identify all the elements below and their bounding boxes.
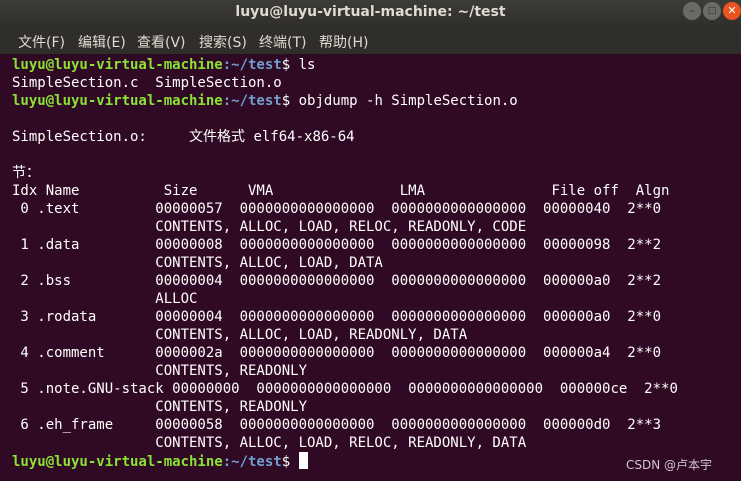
format-value: elf64-x86-64 bbox=[245, 129, 355, 145]
menu-help[interactable]: 帮助(H) bbox=[319, 32, 368, 52]
command-text: objdump -h SimpleSection.o bbox=[298, 93, 518, 109]
section-row: 3 .rodata 00000004 0000000000000000 0000… bbox=[12, 309, 662, 325]
close-button[interactable]: ✕ bbox=[723, 2, 741, 20]
section-flags: CONTENTS, ALLOC, LOAD, RELOC, READONLY, … bbox=[12, 219, 527, 235]
window-title: luyu@luyu-virtual-machine: ~/test bbox=[235, 4, 506, 20]
section-flags: CONTENTS, READONLY bbox=[12, 399, 308, 415]
section-flags: CONTENTS, ALLOC, LOAD, DATA bbox=[12, 255, 383, 271]
section-flags: CONTENTS, ALLOC, LOAD, READONLY, DATA bbox=[12, 327, 468, 343]
watermark: CSDN @卢本宇 bbox=[626, 458, 713, 472]
format-line: SimpleSection.o: 文件格式 elf64-x86-64 bbox=[12, 128, 355, 146]
section-row: 0 .text 00000057 0000000000000000 000000… bbox=[12, 201, 662, 217]
prompt-symbol: $ bbox=[281, 454, 299, 470]
command-text: ls bbox=[298, 57, 316, 73]
prompt-user-host: luyu@luyu-virtual-machine bbox=[12, 93, 223, 109]
terminal-window: luyu@luyu-virtual-machine: ~/test – □ ✕ … bbox=[0, 0, 741, 481]
prompt-symbol: $ bbox=[281, 93, 299, 109]
sections-label: 节： bbox=[12, 165, 40, 181]
menu-bar: 文件(F) 编辑(E) 查看(V) 搜索(S) 终端(T) 帮助(H) bbox=[0, 28, 741, 54]
minimize-button[interactable]: – bbox=[683, 2, 701, 20]
menu-file[interactable]: 文件(F) bbox=[18, 32, 65, 52]
prompt-path: :~/test bbox=[222, 454, 282, 470]
section-row: 4 .comment 0000002a 0000000000000000 000… bbox=[12, 345, 662, 361]
menu-view[interactable]: 查看(V) bbox=[137, 32, 186, 52]
format-label: 文件格式 bbox=[189, 129, 246, 145]
command-line: luyu@luyu-virtual-machine:~/test$ objdum… bbox=[12, 92, 518, 110]
section-row: 1 .data 00000008 0000000000000000 000000… bbox=[12, 237, 662, 253]
section-flags: CONTENTS, ALLOC, LOAD, RELOC, READONLY, … bbox=[12, 435, 527, 451]
prompt-path: :~/test bbox=[222, 93, 282, 109]
text-cursor bbox=[298, 452, 308, 469]
prompt-user-host: luyu@luyu-virtual-machine bbox=[12, 57, 223, 73]
prompt-path: :~/test bbox=[222, 57, 282, 73]
output-line: SimpleSection.c SimpleSection.o bbox=[12, 75, 282, 91]
terminal-output[interactable]: luyu@luyu-virtual-machine:~/test$ ls Sim… bbox=[12, 56, 741, 476]
menu-edit[interactable]: 编辑(E) bbox=[78, 32, 126, 52]
section-row: 6 .eh_frame 00000058 0000000000000000 00… bbox=[12, 417, 662, 433]
prompt-symbol: $ bbox=[281, 57, 299, 73]
maximize-button[interactable]: □ bbox=[703, 2, 721, 20]
menu-terminal[interactable]: 终端(T) bbox=[259, 32, 306, 52]
prompt-user-host: luyu@luyu-virtual-machine bbox=[12, 454, 223, 470]
section-row: 2 .bss 00000004 0000000000000000 0000000… bbox=[12, 273, 662, 289]
title-bar[interactable]: luyu@luyu-virtual-machine: ~/test – □ ✕ bbox=[0, 0, 741, 28]
format-prefix: SimpleSection.o: bbox=[12, 129, 190, 145]
command-line: luyu@luyu-virtual-machine:~/test$ bbox=[12, 452, 308, 470]
table-header: Idx Name Size VMA LMA File off Algn bbox=[12, 183, 670, 199]
section-flags: CONTENTS, READONLY bbox=[12, 363, 308, 379]
section-row: 5 .note.GNU-stack 00000000 0000000000000… bbox=[12, 381, 678, 397]
menu-search[interactable]: 搜索(S) bbox=[199, 32, 247, 52]
command-line: luyu@luyu-virtual-machine:~/test$ ls bbox=[12, 56, 315, 74]
section-flags: ALLOC bbox=[12, 291, 198, 307]
